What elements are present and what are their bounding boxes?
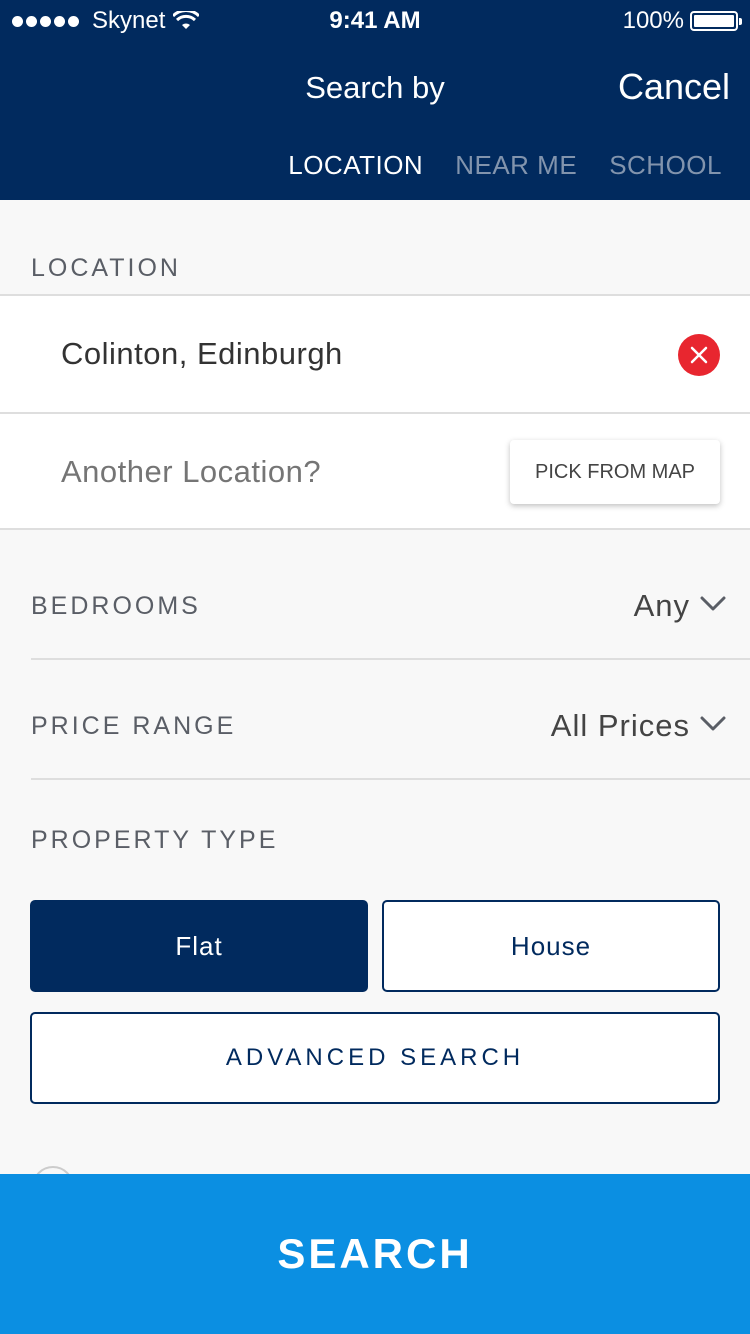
property-type-flat-button[interactable]: Flat [30, 900, 368, 992]
search-tabs: LOCATION NEAR ME SCHOOL [256, 150, 722, 181]
status-bar: Skynet 9:41 AM 100% [0, 0, 750, 40]
tab-school[interactable]: SCHOOL [609, 150, 722, 181]
header: Skynet 9:41 AM 100% Search by Cancel LOC… [0, 0, 750, 200]
clear-location-button[interactable] [678, 334, 720, 376]
close-icon [690, 346, 708, 364]
advanced-search-button[interactable]: ADVANCED SEARCH [30, 1012, 720, 1104]
battery-icon [690, 11, 742, 31]
another-location-input[interactable] [61, 454, 481, 490]
another-location-row: PICK FROM MAP [0, 412, 750, 530]
bedrooms-value: Any [633, 588, 690, 623]
bedrooms-select[interactable]: BEDROOMS Any [31, 540, 750, 660]
chevron-down-icon [700, 596, 726, 611]
status-right: 100% [622, 7, 742, 35]
price-range-label: PRICE RANGE [31, 712, 237, 740]
price-range-value: All Prices [550, 708, 690, 743]
location-section-label: LOCATION [31, 254, 181, 282]
property-type-house-button[interactable]: House [382, 900, 720, 992]
bedrooms-label: BEDROOMS [31, 592, 201, 620]
pick-from-map-button[interactable]: PICK FROM MAP [510, 440, 720, 504]
location-value[interactable]: Colinton, Edinburgh [61, 336, 343, 372]
cancel-button[interactable]: Cancel [618, 66, 730, 108]
tab-location[interactable]: LOCATION [288, 150, 423, 181]
price-range-select[interactable]: PRICE RANGE All Prices [31, 660, 750, 780]
search-button[interactable]: SEARCH [0, 1174, 750, 1334]
property-type-label: PROPERTY TYPE [31, 826, 279, 854]
battery-percent: 100% [622, 7, 684, 34]
tab-near-me[interactable]: NEAR ME [455, 150, 577, 181]
chevron-down-icon [700, 716, 726, 731]
location-row: Colinton, Edinburgh [0, 294, 750, 412]
